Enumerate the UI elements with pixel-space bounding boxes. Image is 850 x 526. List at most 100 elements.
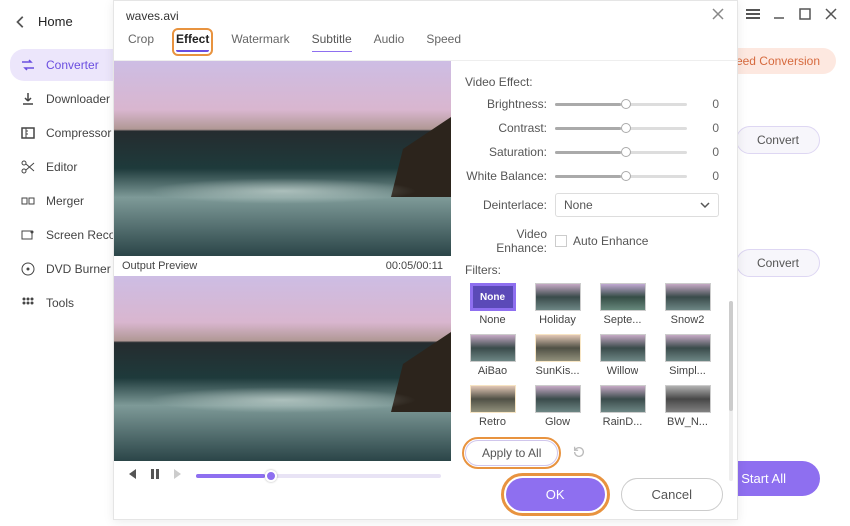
filter-label: Simpl...: [669, 365, 706, 377]
saturation-slider[interactable]: [555, 151, 687, 154]
apply-all-button[interactable]: Apply to All: [465, 440, 558, 466]
sidebar-item-label: Merger: [46, 194, 84, 208]
convert-button[interactable]: Convert: [736, 126, 820, 154]
filter-label: BW_N...: [667, 416, 708, 428]
deinterlace-label: Deinterlace:: [465, 198, 555, 212]
sidebar-item-dvdburner[interactable]: DVD Burner: [10, 253, 115, 285]
tab-watermark[interactable]: Watermark: [231, 32, 289, 52]
prev-frame-button[interactable]: [124, 467, 138, 484]
convert-button[interactable]: Convert: [736, 249, 820, 277]
sidebar-item-label: Compressor: [46, 126, 111, 140]
filter-thumb: [665, 385, 711, 413]
brightness-value: 0: [701, 97, 719, 111]
brightness-label: Brightness:: [465, 97, 555, 111]
filter-label: None: [479, 314, 505, 326]
filters-title: Filters:: [465, 263, 719, 277]
scissors-icon: [20, 159, 36, 175]
source-preview: [114, 61, 451, 256]
filter-thumb: [535, 334, 581, 362]
maximize-icon[interactable]: [798, 7, 812, 21]
pause-button[interactable]: [148, 467, 162, 484]
filter-label: SunKis...: [535, 365, 579, 377]
filter-thumb: [600, 385, 646, 413]
dialog-close-button[interactable]: [711, 7, 725, 24]
download-icon: [20, 91, 36, 107]
grid-icon: [20, 295, 36, 311]
filter-label: Snow2: [671, 314, 705, 326]
filter-thumb: [600, 334, 646, 362]
filter-snow2[interactable]: Snow2: [660, 283, 715, 326]
dialog-title: waves.avi: [126, 9, 179, 23]
home-button[interactable]: Home: [0, 4, 115, 39]
sidebar-item-screenrecorder[interactable]: Screen Recorder: [10, 219, 115, 251]
saturation-value: 0: [701, 145, 719, 159]
menu-icon[interactable]: [746, 9, 760, 19]
filter-label: RainD...: [603, 416, 643, 428]
sidebar-item-label: DVD Burner: [46, 262, 111, 276]
tab-crop[interactable]: Crop: [128, 32, 154, 52]
contrast-label: Contrast:: [465, 121, 555, 135]
auto-enhance-text: Auto Enhance: [573, 234, 648, 248]
filter-willow[interactable]: Willow: [595, 334, 650, 377]
filter-label: Septe...: [604, 314, 642, 326]
whitebalance-label: White Balance:: [465, 169, 555, 183]
whitebalance-value: 0: [701, 169, 719, 183]
filter-label: Glow: [545, 416, 570, 428]
filter-raindrop[interactable]: RainD...: [595, 385, 650, 428]
sidebar-item-label: Tools: [46, 296, 74, 310]
filter-none[interactable]: NoneNone: [465, 283, 520, 326]
tab-speed[interactable]: Speed: [426, 32, 461, 52]
effect-dialog: waves.avi Crop Effect Watermark Subtitle…: [113, 0, 738, 520]
record-icon: [20, 227, 36, 243]
output-preview: [114, 276, 451, 461]
compress-icon: [20, 125, 36, 141]
filter-thumb: [665, 334, 711, 362]
filter-label: AiBao: [478, 365, 507, 377]
tab-effect[interactable]: Effect: [176, 32, 209, 52]
sidebar-item-compressor[interactable]: Compressor: [10, 117, 115, 149]
home-label: Home: [38, 14, 73, 29]
saturation-label: Saturation:: [465, 145, 555, 159]
video-effect-title: Video Effect:: [465, 75, 719, 89]
contrast-value: 0: [701, 121, 719, 135]
minimize-icon[interactable]: [772, 7, 786, 21]
filter-simple[interactable]: Simpl...: [660, 334, 715, 377]
tab-subtitle[interactable]: Subtitle: [312, 32, 352, 52]
filter-bw[interactable]: BW_N...: [660, 385, 715, 428]
filter-glow[interactable]: Glow: [530, 385, 585, 428]
contrast-slider[interactable]: [555, 127, 687, 130]
sidebar-item-tools[interactable]: Tools: [10, 287, 115, 319]
cancel-button[interactable]: Cancel: [621, 478, 723, 511]
filter-aibao[interactable]: AiBao: [465, 334, 520, 377]
tab-audio[interactable]: Audio: [374, 32, 405, 52]
ok-button[interactable]: OK: [506, 478, 605, 511]
sidebar-item-downloader[interactable]: Downloader: [10, 83, 115, 115]
next-frame-button[interactable]: [172, 467, 186, 484]
filter-label: Retro: [479, 416, 506, 428]
disc-icon: [20, 261, 36, 277]
output-preview-label: Output Preview: [122, 260, 197, 272]
filter-holiday[interactable]: Holiday: [530, 283, 585, 326]
filter-thumb: [665, 283, 711, 311]
filter-sunkiss[interactable]: SunKis...: [530, 334, 585, 377]
filter-label: Willow: [607, 365, 639, 377]
sidebar-item-converter[interactable]: Converter: [10, 49, 115, 81]
sidebar-item-label: Screen Recorder: [46, 228, 115, 242]
playback-slider[interactable]: [196, 474, 441, 478]
filter-thumb: [470, 385, 516, 413]
filter-september[interactable]: Septe...: [595, 283, 650, 326]
filters-scrollbar[interactable]: [729, 301, 733, 481]
filter-thumb: [470, 334, 516, 362]
close-icon[interactable]: [824, 7, 838, 21]
player-bar: [114, 461, 451, 484]
reset-icon[interactable]: [572, 445, 586, 462]
sidebar-item-merger[interactable]: Merger: [10, 185, 115, 217]
whitebalance-slider[interactable]: [555, 175, 687, 178]
auto-enhance-checkbox[interactable]: [555, 235, 567, 247]
converter-icon: [20, 57, 36, 73]
filter-thumb: [600, 283, 646, 311]
sidebar-item-editor[interactable]: Editor: [10, 151, 115, 183]
deinterlace-select[interactable]: None: [555, 193, 719, 217]
filter-retro[interactable]: Retro: [465, 385, 520, 428]
brightness-slider[interactable]: [555, 103, 687, 106]
